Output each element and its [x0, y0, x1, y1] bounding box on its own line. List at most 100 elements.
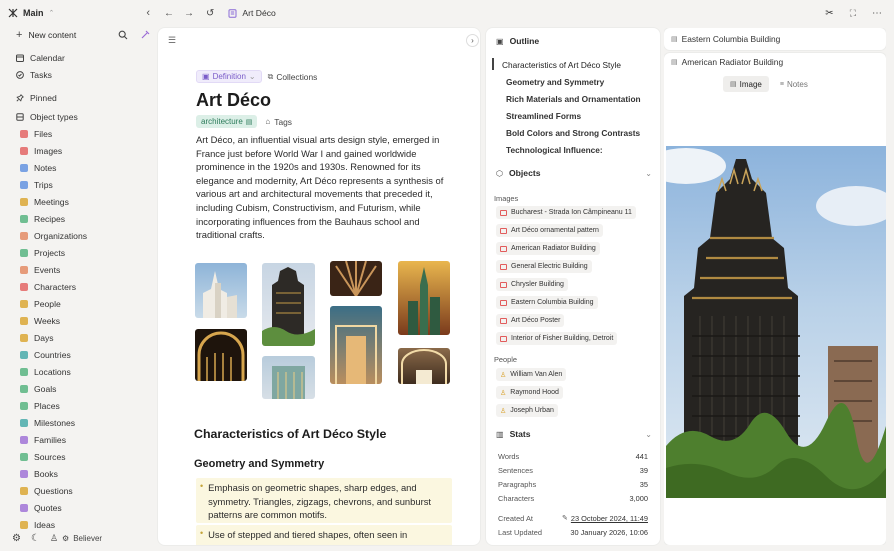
- gallery-image-bucharest[interactable]: [195, 263, 247, 318]
- object-row: ♙ William Van Alen: [486, 368, 660, 386]
- sidebar-item-calendar[interactable]: Calendar: [0, 49, 158, 66]
- preview-card-header[interactable]: ▤ American Radiator Building: [671, 57, 783, 67]
- object-type-icon: [20, 180, 28, 189]
- outline-item[interactable]: Streamlined Forms: [486, 107, 660, 124]
- back-arrow-icon[interactable]: ←: [164, 8, 174, 19]
- collapse-sidebar-icon[interactable]: ‹: [146, 7, 150, 19]
- moon-icon[interactable]: ☾: [31, 533, 40, 544]
- object-person-chip[interactable]: ♙ Raymond Hood: [496, 386, 563, 399]
- object-image-label: Eastern Columbia Building: [511, 299, 594, 306]
- history-icon[interactable]: ↺: [206, 8, 214, 19]
- preview-image-american-radiator[interactable]: [666, 146, 886, 498]
- object-image-chip[interactable]: Interior of Fisher Building, Detroit: [496, 332, 618, 345]
- sidebar-item-countries[interactable]: Countries: [0, 346, 158, 363]
- gallery-image-fisher-interior[interactable]: [330, 306, 382, 384]
- outline-header[interactable]: ▣ Outline: [496, 36, 539, 46]
- outline-item[interactable]: Geometry and Symmetry: [486, 73, 660, 90]
- objects-header[interactable]: ⬡ Objects ⌄: [496, 168, 652, 178]
- sidebar-item-events[interactable]: Events: [0, 261, 158, 278]
- sidebar-item-weeks[interactable]: Weeks: [0, 312, 158, 329]
- bullet-item[interactable]: • Emphasis on geometric shapes, sharp ed…: [196, 478, 452, 523]
- outline-item[interactable]: Rich Materials and Ornamentation: [486, 90, 660, 107]
- outline-item[interactable]: Technological Influence:: [486, 141, 660, 158]
- view-notes-tab[interactable]: ≡ Notes: [773, 76, 815, 92]
- sidebar-section-pinned[interactable]: Pinned: [0, 89, 158, 106]
- object-image-chip[interactable]: Art Déco Poster: [496, 314, 565, 327]
- gallery-image-american-radiator[interactable]: [262, 263, 315, 346]
- sidebar-item-trips[interactable]: Trips: [0, 176, 158, 193]
- sidebar-item-characters[interactable]: Characters: [0, 278, 158, 295]
- sidebar-item-quotes[interactable]: Quotes: [0, 499, 158, 516]
- type-chip-label: Definition: [212, 72, 246, 81]
- sidebar-item-books[interactable]: Books: [0, 465, 158, 482]
- sidebar-item-sources[interactable]: Sources: [0, 448, 158, 465]
- sidebar-item-places[interactable]: Places: [0, 397, 158, 414]
- object-image-chip[interactable]: Art Déco ornamental pattern: [496, 224, 603, 237]
- sidebar-item-meetings[interactable]: Meetings: [0, 193, 158, 210]
- gallery-image-general-electric[interactable]: [195, 329, 247, 381]
- object-image-chip[interactable]: General Electric Building: [496, 260, 592, 273]
- new-content-button[interactable]: New content: [28, 30, 112, 40]
- sidebar-item-milestones[interactable]: Milestones: [0, 414, 158, 431]
- sidebar-item-images[interactable]: Images: [0, 142, 158, 159]
- object-type-icon: [20, 435, 28, 444]
- sidebar-item-projects[interactable]: Projects: [0, 244, 158, 261]
- sidebar-item-people[interactable]: People: [0, 295, 158, 312]
- stats-list: Words 441 Sentences 39 Paragraphs 35 Character…: [486, 449, 660, 505]
- object-image-chip[interactable]: American Radiator Building: [496, 242, 600, 255]
- ai-tools-icon[interactable]: ✂: [825, 8, 833, 19]
- sidebar-item-questions[interactable]: Questions: [0, 482, 158, 499]
- object-image-chip[interactable]: Eastern Columbia Building: [496, 296, 598, 309]
- settings-icon[interactable]: ⚙: [12, 533, 21, 544]
- object-image-chip[interactable]: Chrysler Building: [496, 278, 568, 291]
- user-name[interactable]: Believer: [73, 534, 102, 543]
- notes-icon: ≡: [779, 80, 784, 88]
- expand-icon[interactable]: ⛶: [850, 8, 856, 19]
- settings-small-icon: ⚙: [62, 533, 70, 543]
- sidebar-item-families[interactable]: Families: [0, 431, 158, 448]
- collections-link[interactable]: Collections: [276, 72, 317, 82]
- forward-arrow-icon[interactable]: →: [184, 8, 194, 19]
- gallery-image-poster[interactable]: [398, 261, 450, 335]
- search-icon[interactable]: [118, 30, 128, 40]
- sidebar-item-goals[interactable]: Goals: [0, 380, 158, 397]
- sidebar-item-files[interactable]: Files: [0, 125, 158, 142]
- object-image-chip[interactable]: Bucharest - Strada Ion Câmpineanu 11: [496, 206, 636, 219]
- sidebar-item-tasks[interactable]: Tasks: [0, 66, 158, 83]
- gallery-image-chrysler[interactable]: [398, 348, 450, 384]
- stats-header[interactable]: ▥ Stats ⌄: [496, 429, 652, 439]
- magic-wand-icon[interactable]: [140, 30, 150, 40]
- panel-collapse-button[interactable]: ›: [466, 34, 479, 47]
- gallery-image-eastern-columbia[interactable]: [262, 356, 315, 399]
- add-tags-button[interactable]: Tags: [274, 117, 292, 127]
- tag-chip[interactable]: architecture ▤: [196, 115, 258, 128]
- side-panel-toggle-icon[interactable]: ☰: [168, 35, 176, 46]
- workspace-switcher[interactable]: Main ⌃ ‹: [0, 0, 158, 26]
- gallery-image-ornamental-pattern[interactable]: [330, 261, 382, 296]
- outline-item[interactable]: Bold Colors and Strong Contrasts: [486, 124, 660, 141]
- sidebar-item-notes[interactable]: Notes: [0, 159, 158, 176]
- sidebar-item-locations[interactable]: Locations: [0, 363, 158, 380]
- type-chip[interactable]: ▣ Definition ⌄: [196, 70, 262, 83]
- sidebar-item-recipes[interactable]: Recipes: [0, 210, 158, 227]
- sidebar-item-days[interactable]: Days: [0, 329, 158, 346]
- section-heading[interactable]: Characteristics of Art Déco Style: [194, 427, 386, 441]
- sidebar-item-organizations[interactable]: Organizations: [0, 227, 158, 244]
- more-icon[interactable]: ⋯: [872, 8, 882, 19]
- stat-row: Sentences 39: [486, 463, 660, 477]
- sidebar-section-object-types[interactable]: Object types: [0, 108, 158, 125]
- object-person-chip[interactable]: ♙ William Van Alen: [496, 368, 567, 381]
- view-image-tab[interactable]: ▤ Image: [723, 76, 769, 92]
- object-person-chip[interactable]: ♙ Joseph Urban: [496, 404, 558, 417]
- document-title[interactable]: Art Déco: [196, 90, 271, 111]
- outline-item[interactable]: Characteristics of Art Déco Style: [486, 56, 660, 73]
- created-value[interactable]: 23 October 2024, 11:49: [571, 514, 648, 523]
- preview-tab-eastern-columbia[interactable]: ▤ Eastern Columbia Building: [664, 28, 886, 50]
- document-meta-row: ▣ Definition ⌄ ⧉ Collections: [196, 70, 317, 83]
- bullet-item[interactable]: • Use of stepped and tiered shapes, ofte…: [196, 525, 452, 545]
- stat-label: Paragraphs: [498, 479, 537, 489]
- subsection-heading[interactable]: Geometry and Symmetry: [194, 458, 324, 470]
- object-type-icon: [20, 367, 28, 376]
- document-body[interactable]: Art Déco, an influential visual arts des…: [196, 133, 458, 242]
- created-row: Created At ✎ 23 October 2024, 11:49: [486, 511, 660, 525]
